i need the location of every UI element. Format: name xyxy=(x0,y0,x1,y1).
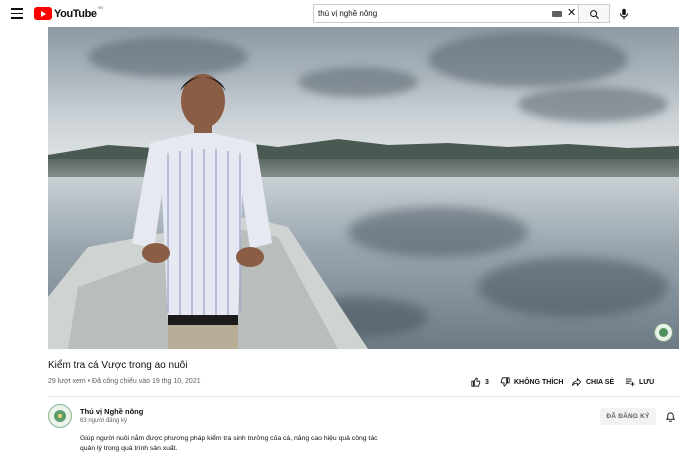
divider xyxy=(48,396,679,397)
cloud-shape xyxy=(428,32,628,87)
share-label: CHIA SẺ xyxy=(586,378,615,386)
cloud-shape xyxy=(518,87,668,122)
share-button[interactable]: CHIA SẺ xyxy=(571,375,614,389)
dislike-label: KHÔNG THÍCH xyxy=(514,378,564,386)
menu-icon[interactable] xyxy=(11,8,23,19)
description-line: Giúp người nuôi nắm được phương pháp kiể… xyxy=(80,435,378,442)
masthead: YouTube VN ✕ xyxy=(0,0,680,27)
youtube-logo[interactable]: YouTube VN xyxy=(34,5,104,20)
video-title: Kiểm tra cá Vược trong ao nuôi xyxy=(48,360,188,371)
save-button[interactable]: LƯU xyxy=(625,375,654,389)
search-icon xyxy=(590,10,600,20)
search-input[interactable] xyxy=(318,6,548,21)
presenter-figure xyxy=(132,74,272,349)
clear-icon[interactable]: ✕ xyxy=(567,7,576,20)
share-icon xyxy=(571,377,582,387)
keyboard-icon[interactable] xyxy=(552,11,562,17)
cloud-shape xyxy=(298,67,418,97)
logo-country-code: VN xyxy=(97,5,104,10)
playlist-add-icon xyxy=(625,378,635,387)
save-label: LƯU xyxy=(639,378,655,386)
search-button[interactable] xyxy=(579,4,610,23)
channel-watermark-icon[interactable] xyxy=(654,323,673,342)
thumbs-up-icon xyxy=(471,377,481,387)
water-reflection xyxy=(478,257,668,317)
channel-avatar[interactable] xyxy=(48,404,72,428)
bell-icon[interactable] xyxy=(665,410,676,428)
video-description: Giúp người nuôi nắm được phương pháp kiể… xyxy=(80,434,400,454)
subscriber-count: 63 người đăng ký xyxy=(80,418,127,424)
mic-icon[interactable] xyxy=(617,6,631,22)
dislike-button[interactable]: KHÔNG THÍCH xyxy=(500,375,563,389)
youtube-play-icon xyxy=(34,7,52,20)
video-meta: 29 lượt xem • Đã công chiếu vào 19 thg 1… xyxy=(48,378,201,385)
like-button[interactable]: 3 xyxy=(471,375,489,389)
description-line: quản lý trong quá trình sản xuất. xyxy=(80,445,178,452)
thumbs-down-icon xyxy=(500,377,510,387)
video-player[interactable] xyxy=(48,27,679,349)
search-box: ✕ xyxy=(313,4,579,23)
subscribed-button[interactable]: ĐÃ ĐĂNG KÝ xyxy=(600,408,656,425)
like-count: 3 xyxy=(485,378,489,386)
channel-name[interactable]: Thú vị Nghề nông xyxy=(80,407,143,416)
logo-text: YouTube xyxy=(54,7,97,20)
